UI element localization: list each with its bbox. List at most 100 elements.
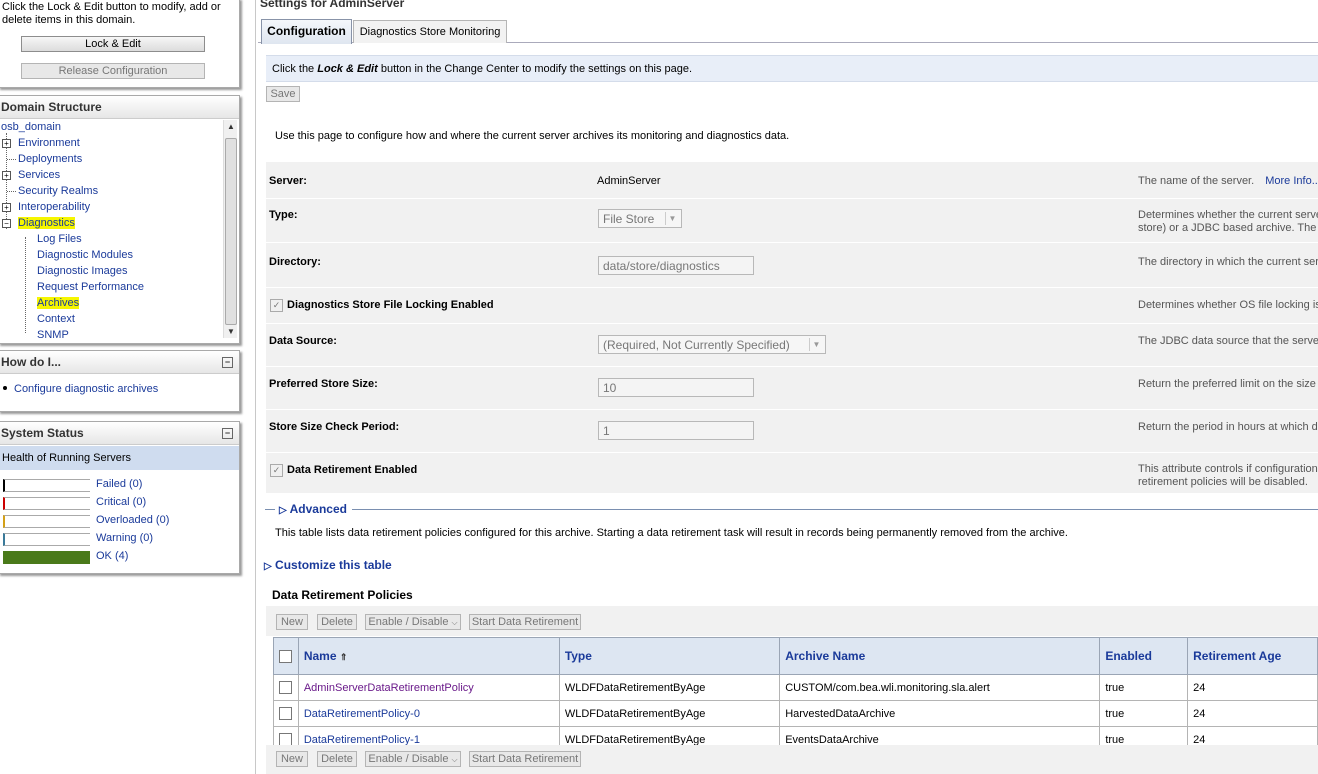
status-label-failed[interactable]: Failed (0) [96,478,142,490]
scroll-down-icon[interactable]: ▼ [227,327,235,336]
label-preferred-store-size: Preferred Store Size: [269,378,378,390]
cell-enabled: true [1099,700,1189,727]
cell-enabled: true [1099,674,1189,701]
status-label-warning[interactable]: Warning (0) [96,532,153,544]
delete-button-bottom[interactable]: Delete [317,751,357,767]
row-check-period: Store Size Check Period: 1 Return the pe… [266,410,1318,452]
tree-item-interoperability[interactable]: Interoperability [18,201,90,213]
column-divider [255,0,256,774]
label-type: Type: [269,209,298,221]
row-server: Server: AdminServer The name of the serv… [266,162,1318,198]
tree-item-context[interactable]: Context [37,313,75,325]
collapse-icon[interactable]: − [222,357,233,368]
domain-structure-title: Domain Structure [0,96,239,119]
cell-retirement-age: 24 [1187,674,1318,701]
system-status-heading: System Status [1,426,84,440]
enable-disable-button-bottom[interactable]: Enable / Disable ⌵ [365,751,461,767]
label-data-source: Data Source: [269,335,337,347]
status-label-critical[interactable]: Critical (0) [96,496,146,508]
directory-field[interactable]: data/store/diagnostics [598,256,754,275]
table-title: Data Retirement Policies [272,588,413,602]
tree-item-log-files[interactable]: Log Files [37,233,82,245]
check-period-field[interactable]: 1 [598,421,754,440]
column-header-retirement-age[interactable]: Retirement Age [1187,637,1318,675]
tree-item-deployments[interactable]: Deployments [18,153,82,165]
tab-diagnostics-store-monitoring[interactable]: Diagnostics Store Monitoring [353,20,507,43]
status-label-overloaded[interactable]: Overloaded (0) [96,514,169,526]
column-header-archive-name[interactable]: Archive Name [779,637,1101,675]
tree-item-archives[interactable]: Archives [37,297,80,309]
type-select[interactable]: File Store ▼ [598,209,682,228]
tree-item-environment[interactable]: Environment [18,137,80,149]
label-check-period: Store Size Check Period: [269,421,400,433]
tree-item-services[interactable]: Services [18,169,60,181]
start-data-retirement-button[interactable]: Start Data Retirement [469,614,581,630]
more-info-link[interactable]: More Info... [1265,175,1318,187]
new-button[interactable]: New [276,614,308,630]
system-status-panel: System Status − Health of Running Server… [0,421,240,574]
advanced-toggle[interactable]: ▷ Advanced [279,502,347,516]
expand-arrow-icon: ▷ [264,561,272,572]
customize-table-toggle[interactable]: ▷ Customize this table [264,558,392,572]
policy-name-link[interactable]: DataRetirementPolicy-0 [297,700,560,727]
start-data-retirement-button-bottom[interactable]: Start Data Retirement [469,751,581,767]
tab-configuration[interactable]: Configuration [261,19,352,44]
expand-icon[interactable]: + [2,139,11,148]
cell-retirement-age: 24 [1187,700,1318,727]
data-retirement-checkbox[interactable]: ✓ [270,464,283,477]
tree-item-request-performance[interactable]: Request Performance [37,281,144,293]
desc-server-text: The name of the server. [1138,175,1255,187]
tree-item-diagnostics[interactable]: Diagnostics [18,217,75,229]
scroll-thumb[interactable] [225,138,237,325]
tree-root-domain[interactable]: osb_domain [1,121,61,133]
row-select-cell [273,700,299,727]
collapse-icon[interactable]: − [222,428,233,439]
column-header-type[interactable]: Type [558,637,781,675]
lock-message-pre: Click the [272,63,315,75]
cell-type: WLDFDataRetirementByAge [558,674,781,701]
tree-scrollbar[interactable]: ▲ ▼ [223,120,237,338]
enable-disable-label: Enable / Disable [368,616,449,628]
enable-disable-button[interactable]: Enable / Disable ⌵ [365,614,461,630]
new-button-bottom[interactable]: New [276,751,308,767]
table-row: DataRetirementPolicy-0 WLDFDataRetiremen… [273,700,1318,727]
preferred-store-size-field[interactable]: 10 [598,378,754,397]
table-intro-text: This table lists data retirement policie… [275,527,1068,539]
domain-structure-panel: Domain Structure ▲ ▼ osb_domain + Enviro… [0,95,240,344]
tree-item-diagnostic-modules[interactable]: Diagnostic Modules [37,249,133,261]
cell-archive-name: HarvestedDataArchive [779,700,1101,727]
desc-data-retirement-2: retirement policies will be disabled. [1138,476,1308,488]
tree-item-diagnostic-images[interactable]: Diagnostic Images [37,265,128,277]
scroll-up-icon[interactable]: ▲ [227,122,235,131]
select-all-checkbox[interactable] [279,650,292,664]
tree-item-security-realms[interactable]: Security Realms [18,185,98,197]
change-center-instruction: Click the Lock & Edit button to modify, … [2,1,221,26]
lock-message-banner: Click the Lock & Edit button in the Chan… [266,55,1318,82]
cell-type: WLDFDataRetirementByAge [558,700,781,727]
intro-text: Use this page to configure how and where… [275,130,790,142]
tree-item-snmp[interactable]: SNMP [37,329,69,339]
lock-edit-button[interactable]: Lock & Edit [21,36,205,52]
save-button[interactable]: Save [266,86,300,102]
how-do-i-panel: How do I... − Configure diagnostic archi… [0,350,240,412]
status-label-ok[interactable]: OK (4) [96,550,128,562]
chevron-down-icon: ▼ [809,338,823,351]
policy-name-link[interactable]: AdminServerDataRetirementPolicy [297,674,560,701]
column-header-name[interactable]: Name ⇑ [297,637,560,675]
data-source-select[interactable]: (Required, Not Currently Specified) ▼ [598,335,826,354]
row-checkbox[interactable] [279,707,292,720]
select-all-header [273,637,299,675]
collapse-icon[interactable]: − [2,219,11,228]
column-header-enabled[interactable]: Enabled [1099,637,1189,675]
desc-server: The name of the server. More Info... [1138,175,1318,187]
row-checkbox[interactable] [279,681,292,694]
expand-icon[interactable]: + [2,171,11,180]
link-configure-diagnostic-archives[interactable]: Configure diagnostic archives [14,383,158,395]
row-directory: Directory: data/store/diagnostics The di… [266,243,1318,287]
file-locking-checkbox[interactable]: ✓ [270,299,283,312]
release-configuration-button[interactable]: Release Configuration [21,63,205,79]
desc-data-retirement-1: This attribute controls if configuration [1138,463,1318,475]
delete-button[interactable]: Delete [317,614,357,630]
expand-icon[interactable]: + [2,203,11,212]
bullet-icon [3,386,7,390]
